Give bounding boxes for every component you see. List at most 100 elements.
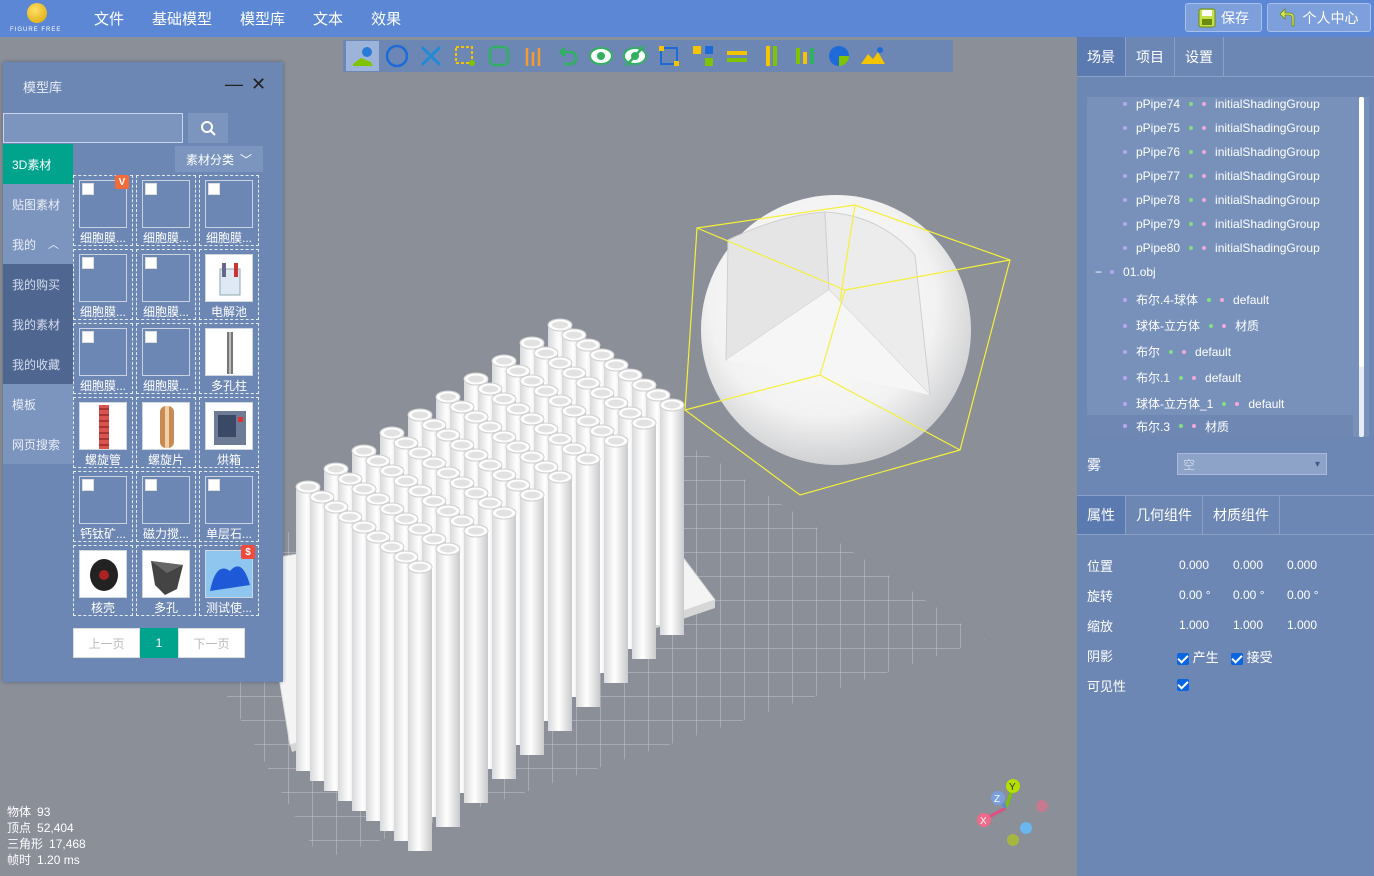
tree-item[interactable]: pPipe78 initialShadingGroup xyxy=(1123,193,1320,207)
tree-item-material: initialShadingGroup xyxy=(1215,193,1320,207)
tree-item[interactable]: pPipe75 initialShadingGroup xyxy=(1123,121,1320,135)
asset-item[interactable]: 磁力搅... xyxy=(136,471,196,542)
page-1-button[interactable]: 1 xyxy=(140,628,178,658)
ungroup-tool-button[interactable] xyxy=(686,41,719,71)
box-select-button[interactable] xyxy=(448,41,481,71)
tab-project[interactable]: 项目 xyxy=(1126,37,1175,76)
stat-vertices-label: 顶点 xyxy=(7,821,32,835)
asset-item[interactable]: 细胞膜... xyxy=(73,323,133,394)
distribute-button[interactable] xyxy=(788,41,821,71)
tree-item[interactable]: 球体-立方体 材质 xyxy=(1123,317,1259,334)
position-y[interactable]: 0.000 xyxy=(1233,558,1263,572)
scale-x[interactable]: 1.000 xyxy=(1179,618,1209,632)
tab-material[interactable]: 材质组件 xyxy=(1203,496,1280,534)
position-x[interactable]: 0.000 xyxy=(1179,558,1209,572)
asset-item[interactable]: 多孔柱 xyxy=(199,323,259,394)
tab-geometry[interactable]: 几何组件 xyxy=(1126,496,1203,534)
terrain-tool-button[interactable] xyxy=(856,41,889,71)
asset-item[interactable]: 螺旋片 xyxy=(136,397,196,468)
save-button[interactable]: 保存 xyxy=(1185,3,1262,32)
select-tool-button[interactable] xyxy=(346,41,379,71)
tree-item[interactable]: pPipe74 initialShadingGroup xyxy=(1123,97,1320,111)
asset-item[interactable]: 螺旋管 xyxy=(73,397,133,468)
sidebar-item-3d[interactable]: 3D素材 xyxy=(3,144,73,184)
asset-item[interactable]: 细胞膜... xyxy=(136,249,196,320)
cross-tool-button[interactable] xyxy=(414,41,447,71)
tree-item[interactable]: 球体-立方体_1 default xyxy=(1123,395,1284,412)
next-page-button[interactable]: 下一页 xyxy=(178,628,245,658)
undo-tool-button[interactable] xyxy=(550,41,583,71)
user-center-button[interactable]: 个人中心 xyxy=(1267,3,1371,32)
axis-gizmo[interactable]: Y X Z xyxy=(977,779,1048,846)
tree-item[interactable]: 布尔.3 材质 xyxy=(1087,415,1353,437)
library-search-button[interactable] xyxy=(188,113,228,143)
close-icon[interactable]: ✕ xyxy=(251,74,266,95)
tree-item[interactable]: pPipe79 initialShadingGroup xyxy=(1123,217,1320,231)
tree-item[interactable]: 布尔.1 default xyxy=(1123,369,1241,386)
minimize-icon[interactable]: — xyxy=(225,74,243,95)
asset-item[interactable]: 细胞膜... xyxy=(136,323,196,394)
sidebar-item-favorites[interactable]: 我的收藏 xyxy=(3,344,73,384)
tree-item[interactable]: pPipe76 initialShadingGroup xyxy=(1123,145,1320,159)
tab-settings[interactable]: 设置 xyxy=(1175,37,1224,76)
asset-item[interactable]: 钙钛矿... xyxy=(73,471,133,542)
material-dot xyxy=(1202,246,1207,250)
scale-z[interactable]: 1.000 xyxy=(1287,618,1317,632)
asset-item[interactable]: 单层石... xyxy=(199,471,259,542)
menu-effects[interactable]: 效果 xyxy=(357,8,415,29)
collapse-toggle[interactable]: − xyxy=(1095,265,1102,279)
asset-item[interactable]: V 细胞膜... xyxy=(73,175,133,246)
asset-item[interactable]: 细胞膜... xyxy=(136,175,196,246)
app-logo[interactable]: FIGURE FREE xyxy=(0,0,70,37)
sidebar-item-templates[interactable]: 模板 xyxy=(3,384,73,424)
menu-text[interactable]: 文本 xyxy=(299,8,357,29)
rotate-tool-button[interactable] xyxy=(380,41,413,71)
asset-item[interactable]: 核壳 xyxy=(73,545,133,616)
material-tool-button[interactable] xyxy=(822,41,855,71)
tab-properties[interactable]: 属性 xyxy=(1077,496,1126,534)
tree-item[interactable]: 布尔 default xyxy=(1123,343,1231,360)
library-search-input[interactable] xyxy=(3,113,183,143)
sidebar-item-purchases[interactable]: 我的购买 xyxy=(3,264,73,304)
visibility-checkbox[interactable] xyxy=(1177,677,1189,691)
asset-item[interactable]: 多孔 xyxy=(136,545,196,616)
rotation-x[interactable]: 0.00 ° xyxy=(1179,588,1211,602)
menu-basic-model[interactable]: 基础模型 xyxy=(138,8,226,29)
tree-scrollbar[interactable] xyxy=(1358,97,1365,437)
scale-y[interactable]: 1.000 xyxy=(1233,618,1263,632)
align-horizontal-button[interactable] xyxy=(720,41,753,71)
tree-item[interactable]: − 01.obj xyxy=(1095,265,1156,279)
category-dropdown[interactable]: 素材分类 ﹀ xyxy=(175,146,263,172)
tree-item[interactable]: pPipe77 initialShadingGroup xyxy=(1123,169,1320,183)
scene-tree[interactable]: 布尔.3 材质 球体-立方体_1 default 布尔.1 default 布尔 defaul… xyxy=(1087,97,1369,437)
asset-item[interactable]: 细胞膜... xyxy=(73,249,133,320)
menu-file[interactable]: 文件 xyxy=(80,8,138,29)
sidebar-item-mine[interactable]: 我的 ︿ xyxy=(3,224,73,264)
position-z[interactable]: 0.000 xyxy=(1287,558,1317,572)
sidebar-item-texture[interactable]: 贴图素材 xyxy=(3,184,73,224)
asset-item[interactable]: 电解池 xyxy=(199,249,259,320)
shadow-cast-checkbox[interactable]: 产生 xyxy=(1177,647,1219,666)
show-tool-button[interactable] xyxy=(584,41,617,71)
align-vertical-button[interactable] xyxy=(754,41,787,71)
frame-tool-button[interactable] xyxy=(482,41,515,71)
pillar-hole xyxy=(440,393,456,401)
asset-item[interactable]: 烘箱 xyxy=(199,397,259,468)
shadow-receive-checkbox[interactable]: 接受 xyxy=(1231,647,1273,666)
sidebar-item-web-search[interactable]: 网页搜索 xyxy=(3,424,73,464)
sidebar-item-my-materials[interactable]: 我的素材 xyxy=(3,304,73,344)
selected-sphere[interactable] xyxy=(684,195,1011,496)
fog-select[interactable]: 空 ▾ xyxy=(1177,453,1327,475)
tree-item[interactable]: pPipe80 initialShadingGroup xyxy=(1123,241,1320,255)
asset-item[interactable]: $ 测试使... xyxy=(199,545,259,616)
asset-item[interactable]: 细胞膜... xyxy=(199,175,259,246)
rotation-z[interactable]: 0.00 ° xyxy=(1287,588,1319,602)
menu-model-library[interactable]: 模型库 xyxy=(226,8,299,29)
align-tool-button[interactable] xyxy=(516,41,549,71)
rotation-y[interactable]: 0.00 ° xyxy=(1233,588,1265,602)
prev-page-button[interactable]: 上一页 xyxy=(73,628,140,658)
hide-tool-button[interactable] xyxy=(618,41,651,71)
tab-scene[interactable]: 场景 xyxy=(1077,37,1126,76)
group-tool-button[interactable] xyxy=(652,41,685,71)
tree-item[interactable]: 布尔.4-球体 default xyxy=(1123,291,1269,308)
